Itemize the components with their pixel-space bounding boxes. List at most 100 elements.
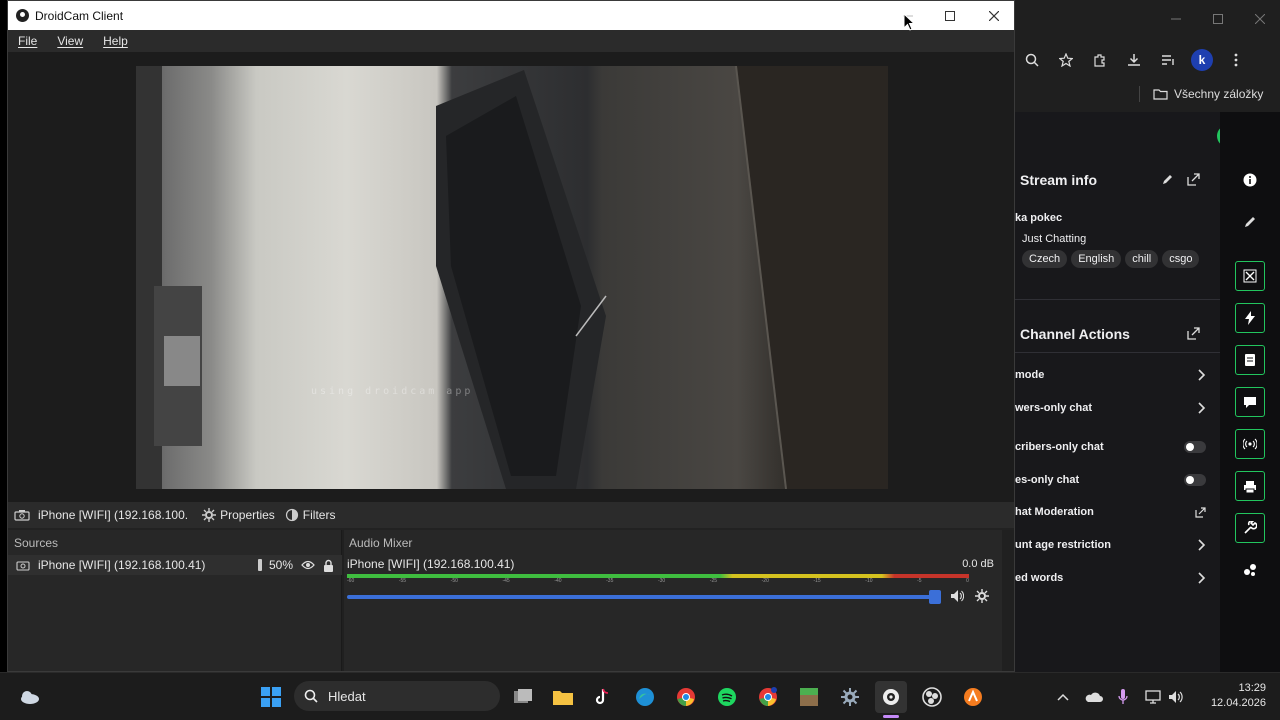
mouse-cursor-icon [903,13,915,31]
zoom-icon[interactable] [1015,46,1049,74]
close-icon[interactable] [1246,6,1274,32]
clip-icon[interactable] [1235,261,1265,291]
bookmarks-divider [1139,86,1140,102]
window-titlebar[interactable]: DroidCam Client [8,1,1014,30]
meter-tick: -10 [865,578,873,584]
meter-tick: -60 [347,578,355,584]
gear-icon [202,508,217,522]
lock-icon[interactable] [323,559,334,572]
chevron-right-icon [1198,539,1206,551]
extensions-icon[interactable] [1083,46,1117,74]
mixer-db-value: 0.0 dB [962,558,994,570]
action-row-blocked-words[interactable]: ed words [1015,563,1220,593]
chrome-icon[interactable] [670,681,702,713]
note-icon[interactable] [1235,345,1265,375]
chrome-profile-icon[interactable] [752,681,784,713]
all-bookmarks-link[interactable]: Všechny záložky [1174,87,1263,101]
camera-feed: using droidcam app [136,66,888,489]
popout-icon[interactable] [1187,173,1200,186]
taskbar-search-box[interactable]: Hledat [294,681,500,711]
edit-pencil-icon[interactable] [1235,207,1265,237]
opacity-slider-icon[interactable] [257,559,263,571]
source-list-item[interactable]: iPhone [WIFI] (192.168.100.41) 50% [8,555,342,575]
meter-tick: -45 [502,578,510,584]
droidcam-taskbar-icon[interactable] [875,681,907,713]
filters-button[interactable]: Filters [285,508,335,522]
action-row-mode[interactable]: mode [1015,360,1220,390]
chat-bubble-icon[interactable] [1235,387,1265,417]
tag-csgo[interactable]: csgo [1162,250,1200,268]
action-row-followers-only[interactable]: wers-only chat [1015,393,1220,423]
browser-menu-icon[interactable] [1219,46,1253,74]
action-label: wers-only chat [1015,402,1093,414]
popout-icon[interactable] [1187,327,1200,340]
maximize-icon[interactable] [1204,6,1232,32]
droidcam-watermark: using droidcam app [311,386,474,397]
add-action-icon[interactable] [1235,555,1265,585]
meter-tick: -20 [761,578,769,584]
minimize-icon[interactable] [1162,6,1190,32]
menu-view[interactable]: View [47,34,93,48]
tiktok-icon[interactable] [587,681,619,713]
bookmarks-bar: Všechny záložky [1015,76,1280,112]
menu-help[interactable]: Help [93,34,138,48]
printer-icon[interactable] [1235,471,1265,501]
browser-toolbar: k [1015,44,1280,76]
windows-start-icon[interactable] [255,681,287,713]
wrench-icon[interactable] [1235,513,1265,543]
edit-pencil-icon[interactable] [1161,173,1174,186]
streamlabs-icon[interactable] [957,681,989,713]
eye-icon[interactable] [301,560,315,570]
media-controls-icon[interactable] [1151,46,1185,74]
file-explorer-icon[interactable] [547,681,579,713]
weather-widget-icon[interactable] [14,681,46,713]
bottom-dock: Sources iPhone [WIFI] (192.168.100.41) 5… [8,530,1014,671]
volume-slider[interactable] [347,595,941,599]
lightning-icon[interactable] [1235,303,1265,333]
onedrive-icon[interactable] [1078,681,1110,713]
selected-source-label: iPhone [WIFI] (192.168.100. [38,508,189,522]
spotify-icon[interactable] [711,681,743,713]
show-hidden-icons-chevron[interactable] [1047,681,1079,713]
maximize-button[interactable] [928,1,972,30]
quick-actions-rail [1220,112,1280,672]
meter-tick: -15 [813,578,821,584]
edge-browser-icon[interactable] [629,681,661,713]
action-row-chat-moderation[interactable]: hat Moderation [1015,497,1220,527]
menu-bar: File View Help [8,30,1014,52]
close-button[interactable] [972,1,1016,30]
action-label: mode [1015,369,1045,381]
opacity-value: 50% [268,558,293,572]
emotes-only-toggle[interactable] [1184,474,1206,486]
broadcast-icon[interactable] [1235,429,1265,459]
microphone-icon[interactable] [1107,681,1139,713]
chevron-right-icon [1198,369,1206,381]
taskbar-clock[interactable]: 13:29 12.04.2026 [1211,681,1266,711]
profile-avatar[interactable]: k [1185,46,1219,74]
downloads-icon[interactable] [1117,46,1151,74]
subscribers-only-toggle[interactable] [1184,441,1206,453]
active-app-indicator [883,715,899,718]
external-link-icon [1195,506,1206,518]
bookmark-star-icon[interactable] [1049,46,1083,74]
action-row-emotes-only: es-only chat [1015,465,1220,495]
stream-category[interactable]: Just Chatting [1022,233,1086,245]
volume-icon[interactable] [1160,681,1192,713]
tag-english[interactable]: English [1071,250,1122,268]
menu-file[interactable]: File [8,34,47,48]
info-icon[interactable] [1235,165,1265,195]
minecraft-icon[interactable] [793,681,825,713]
volume-slider-handle[interactable] [929,590,941,604]
settings-gear-icon[interactable] [834,681,866,713]
speaker-icon[interactable] [950,589,964,603]
sources-title: Sources [14,536,59,550]
tag-czech[interactable]: Czech [1022,250,1068,268]
tag-chill[interactable]: chill [1125,250,1159,268]
action-row-age-restriction[interactable]: unt age restriction [1015,530,1220,560]
properties-button[interactable]: Properties [202,508,275,522]
camera-icon [16,560,30,571]
source-name: iPhone [WIFI] (192.168.100.41) [38,558,206,572]
mixer-settings-gear-icon[interactable] [975,589,989,603]
task-view-icon[interactable] [507,681,539,713]
obs-studio-icon[interactable] [916,681,948,713]
